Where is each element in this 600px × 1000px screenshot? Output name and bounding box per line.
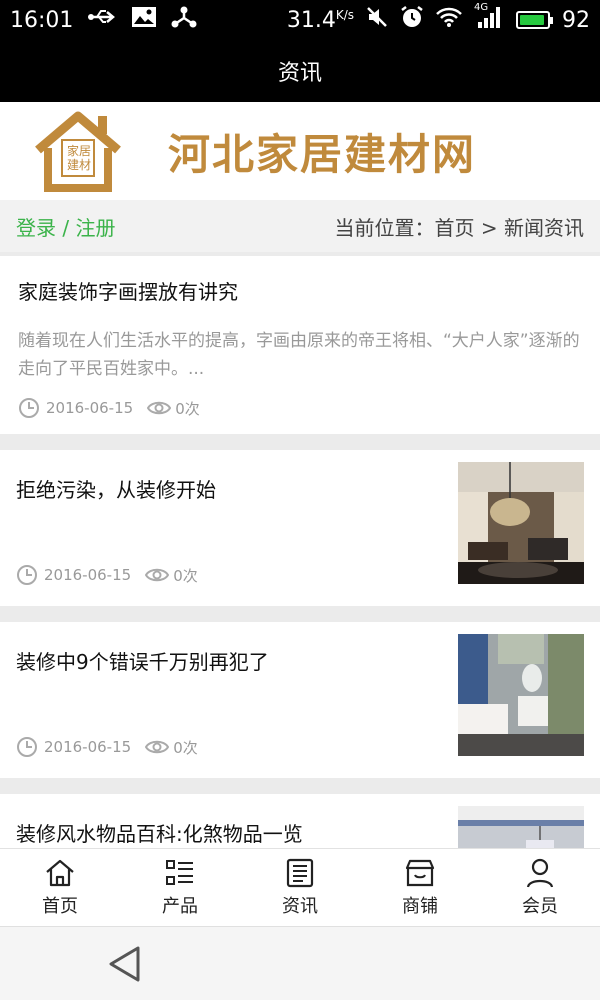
network-speed: 31.4K/s (287, 8, 354, 33)
logo-text: 家居建材 (66, 144, 91, 172)
system-nav-bar (0, 926, 600, 1000)
nav-item-home[interactable]: 首页 (0, 849, 120, 926)
image-icon (131, 6, 157, 34)
login-register-link[interactable]: 登录 / 注册 (16, 212, 115, 241)
eye-icon (145, 564, 170, 586)
site-name: 河北家居建材网 (168, 129, 477, 179)
battery-fill (520, 15, 544, 25)
article-title[interactable]: 装修中9个错误千万别再犯了 (16, 646, 269, 675)
nav-label: 商铺 (402, 895, 438, 917)
nav-item-shops[interactable]: 商铺 (360, 849, 480, 926)
nav-item-news[interactable]: 资讯 (240, 849, 360, 926)
network-speed-unit: K/s (335, 7, 354, 22)
article-views: 0次 (175, 399, 200, 418)
eye-icon (145, 736, 170, 758)
article-title[interactable]: 拒绝污染，从装修开始 (16, 474, 216, 503)
header-bar: 资讯 (0, 40, 600, 102)
clock-icon (16, 736, 38, 758)
nav-label: 会员 (522, 895, 558, 917)
battery-level: 92 (562, 7, 590, 33)
nav-label: 产品 (162, 895, 198, 917)
article-date: 2016-06-15 (46, 399, 134, 417)
battery-icon (516, 11, 553, 29)
breadcrumb-bar: 登录 / 注册 当前位置：首页 > 新闻资讯 (0, 200, 600, 252)
article-views: 0次 (173, 738, 198, 757)
article-thumbnail[interactable] (458, 462, 584, 584)
news-icon (286, 858, 314, 887)
nav-label: 首页 (42, 895, 78, 917)
breadcrumb: 当前位置：首页 > 新闻资讯 (334, 215, 584, 240)
nav-item-products[interactable]: 产品 (120, 849, 240, 926)
signal-icon: 4G (474, 2, 504, 34)
list-icon (166, 859, 193, 885)
article-item[interactable]: 拒绝污染，从装修开始 2016-06-15 0次 (0, 450, 600, 606)
article-meta: 2016-06-15 0次 (16, 564, 198, 586)
article-meta: 2016-06-15 0次 (18, 397, 582, 419)
user-icon (526, 858, 554, 887)
site-banner[interactable]: 家居建材 河北家居建材网 (0, 102, 600, 200)
status-bar: 16:01 31.4K/s 4G 92 (0, 0, 600, 40)
bottom-nav: 首页 产品 资讯 商铺 会员 (0, 848, 600, 926)
share-icon (171, 5, 197, 35)
article-excerpt: 随着现在人们生活水平的提高，字画由原来的帝王将相、“大户人家”逐渐的走向了平民百… (18, 331, 580, 379)
usb-icon (87, 7, 117, 33)
article-title[interactable]: 装修风水物品百科:化煞物品一览 (16, 818, 303, 847)
eye-icon (147, 397, 172, 419)
clock-icon (16, 564, 38, 586)
nav-item-member[interactable]: 会员 (480, 849, 600, 926)
home-icon (46, 859, 74, 886)
article-item[interactable]: 家庭装饰字画摆放有讲究 随着现在人们生活水平的提高，字画由原来的帝王将相、“大户… (0, 256, 600, 434)
nav-label: 资讯 (282, 895, 318, 917)
back-icon[interactable] (106, 945, 142, 987)
article-meta: 2016-06-15 0次 (16, 736, 198, 758)
article-item[interactable]: 装修中9个错误千万别再犯了 2016-06-15 0次 (0, 622, 600, 778)
clock-icon (18, 397, 40, 419)
network-type: 4G (474, 2, 489, 13)
article-date: 2016-06-15 (44, 566, 132, 584)
article-title[interactable]: 家庭装饰字画摆放有讲究 (18, 276, 582, 305)
article-date: 2016-06-15 (44, 738, 132, 756)
wifi-icon (436, 7, 462, 33)
mute-icon (366, 6, 388, 34)
article-thumbnail[interactable] (458, 634, 584, 756)
status-time: 16:01 (10, 7, 74, 33)
alarm-icon (400, 5, 424, 35)
site-logo: 家居建材 (32, 110, 124, 192)
page-title: 资讯 (277, 61, 322, 86)
article-views: 0次 (173, 566, 198, 585)
shop-icon (405, 859, 435, 886)
network-speed-value: 31.4 (286, 7, 336, 33)
